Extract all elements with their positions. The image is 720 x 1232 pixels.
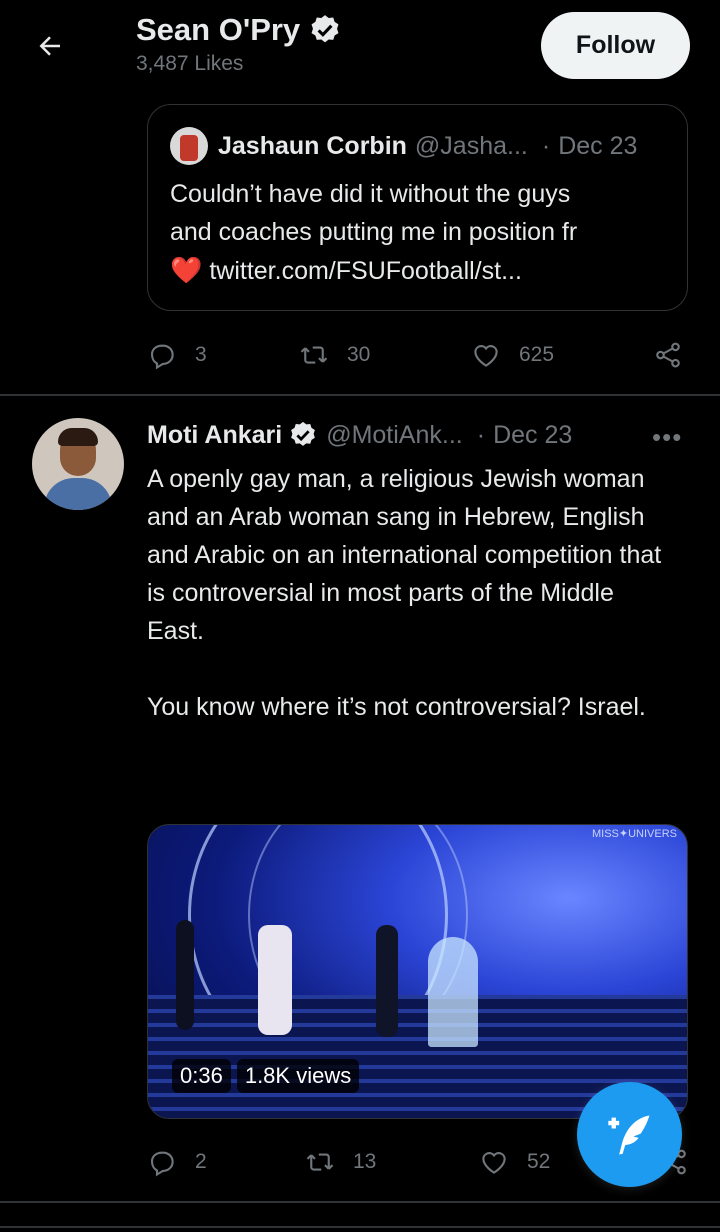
performer-figure (258, 925, 292, 1035)
compose-tweet-button[interactable] (577, 1082, 682, 1187)
quoted-text-line: Couldn’t have did it without the guys (170, 180, 571, 208)
like-button[interactable]: 625 (471, 340, 653, 370)
retweet-count: 30 (347, 343, 371, 366)
reply-button[interactable]: 3 (147, 340, 299, 370)
avatar-shirt (44, 478, 112, 510)
quoted-tweet-header: Jashaun Corbin @Jasha... · Dec 23 (170, 127, 665, 165)
retweet-button[interactable]: 30 (299, 340, 471, 370)
back-arrow-icon (39, 36, 60, 56)
quoted-tweet-text: Couldn’t have did it without the guys an… (170, 175, 665, 290)
avatar-hair (58, 428, 98, 446)
video-duration: 0:36 (172, 1059, 231, 1093)
author-avatar[interactable] (32, 418, 124, 510)
separator-dot: · (541, 131, 551, 160)
performer-figure (428, 937, 478, 1047)
quoted-date: Dec 23 (558, 131, 638, 160)
back-button[interactable] (30, 26, 70, 66)
share-icon (656, 342, 680, 368)
reply-icon (150, 1151, 174, 1177)
quoted-link[interactable]: twitter.com/FSUFootball/st... (209, 257, 522, 285)
performer-figure (176, 920, 194, 1030)
tweet-divider (0, 1226, 720, 1228)
compose-feather-icon (607, 1115, 649, 1154)
verified-badge-icon (291, 421, 316, 446)
author-name-text: Moti Ankari (147, 420, 283, 449)
retweet-count: 13 (353, 1150, 377, 1173)
tweet-actions: 3 30 625 (147, 335, 692, 375)
separator-dot: · (476, 420, 486, 449)
reply-count: 2 (195, 1150, 207, 1173)
tweet-header: Moti Ankari @MotiAnk... · Dec 23 (147, 420, 572, 450)
profile-name: Sean O'Pry (136, 12, 342, 48)
performer-figure (376, 925, 398, 1037)
reply-icon (150, 344, 174, 370)
video-views: 1.8K views (236, 1059, 360, 1093)
quoted-tweet-card[interactable]: Jashaun Corbin @Jasha... · Dec 23 Couldn… (147, 104, 688, 311)
share-button[interactable] (653, 340, 683, 370)
retweet-icon (300, 346, 328, 364)
verified-badge-icon (311, 15, 339, 43)
quoted-text-line: and coaches putting me in position fr (170, 218, 578, 246)
follow-button[interactable]: Follow (541, 12, 690, 79)
like-count: 625 (519, 343, 555, 366)
retweet-icon (306, 1153, 334, 1171)
video-player[interactable]: MISS✦UNIVERS 0:36 1.8K views (147, 824, 688, 1119)
author-handle: @MotiAnk... (326, 420, 463, 449)
reply-button[interactable]: 2 (147, 1147, 305, 1177)
likes-count: 3,487 Likes (136, 52, 244, 75)
quoted-author-handle: @Jasha... (414, 131, 528, 160)
quoted-avatar (170, 127, 208, 165)
author-name[interactable]: Moti Ankari (147, 420, 318, 450)
tweet-divider (0, 1201, 720, 1203)
video-overlay: 0:36 1.8K views (172, 1059, 360, 1093)
heart-emoji-icon: ❤️ (170, 255, 203, 285)
quoted-author-name: Jashaun Corbin (218, 131, 407, 160)
profile-name-text: Sean O'Pry (136, 12, 301, 47)
profile-header: Sean O'Pry 3,487 Likes Follow (0, 0, 720, 96)
retweet-button[interactable]: 13 (305, 1147, 479, 1177)
tweet-text: A openly gay man, a religious Jewish wom… (147, 465, 662, 721)
like-count: 52 (527, 1150, 551, 1173)
heart-icon (474, 345, 498, 367)
video-watermark: MISS✦UNIVERS (591, 828, 677, 840)
tweet-divider (0, 394, 720, 396)
quoted-text-line: ❤️ twitter.com/FSUFootball/st... (170, 251, 665, 290)
heart-icon (482, 1152, 506, 1174)
more-options-icon[interactable]: ••• (652, 422, 682, 453)
tweet-date: Dec 23 (493, 420, 573, 449)
reply-count: 3 (195, 343, 207, 366)
